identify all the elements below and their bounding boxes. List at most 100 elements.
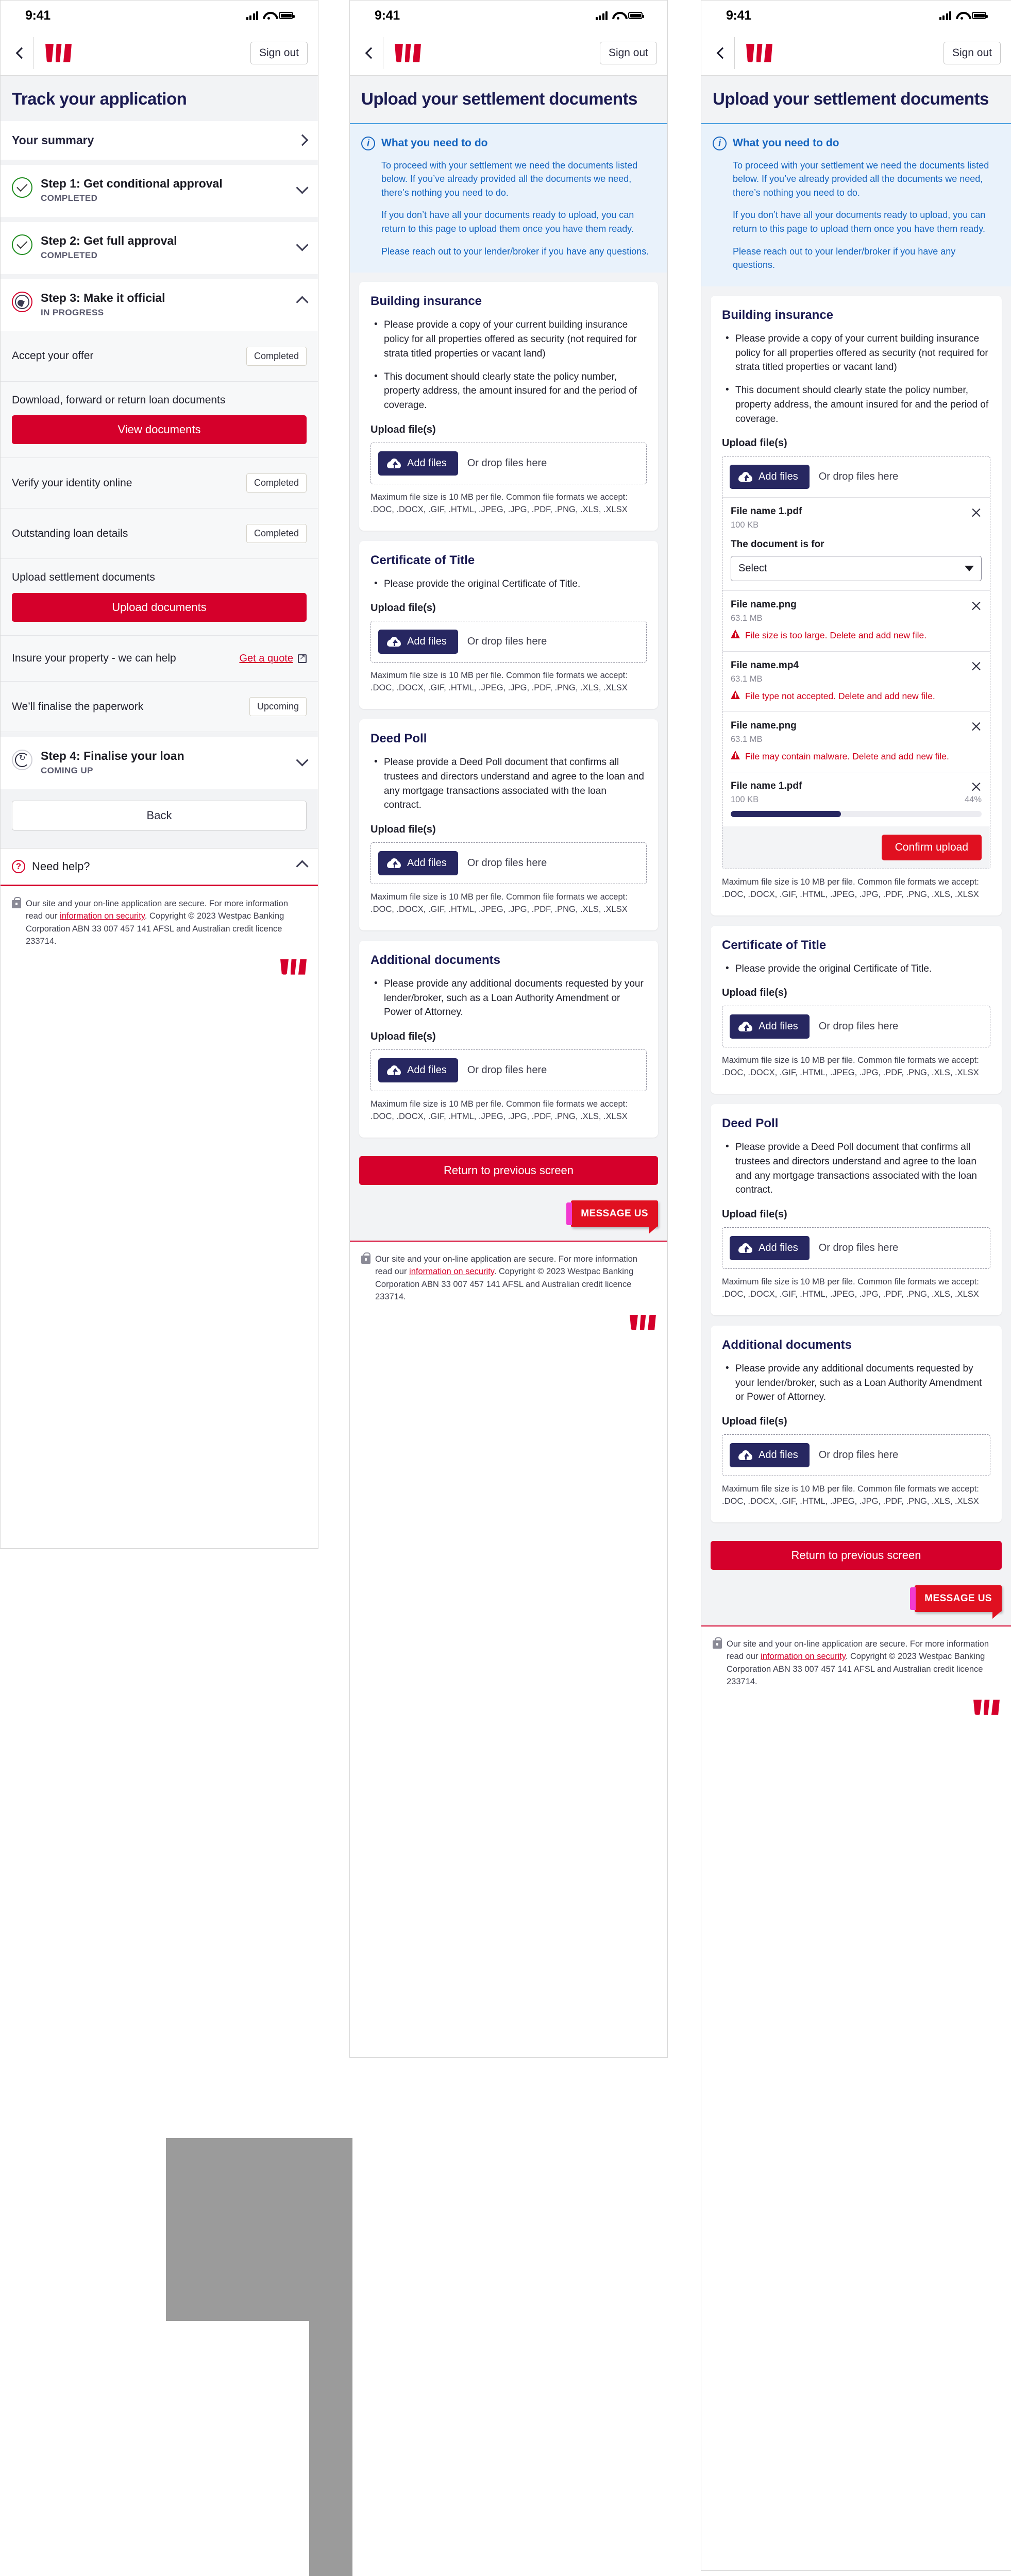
step-card-4[interactable]: Step 4: Finalise your loan COMING UP (1, 737, 318, 789)
section-bullets: Please provide a Deed Poll document that… (370, 755, 647, 812)
remove-file-icon[interactable] (971, 600, 982, 611)
dropzone[interactable]: Add files Or drop files here (370, 621, 647, 663)
document-sections: Building insurance Please provide a copy… (350, 273, 667, 1138)
upload-documents-button[interactable]: Upload documents (12, 593, 307, 622)
dropzone[interactable]: Add files Or drop files here (722, 1227, 990, 1269)
nav-divider (33, 37, 34, 69)
add-files-button[interactable]: Add files (378, 851, 458, 876)
back-button[interactable]: Back (12, 800, 307, 831)
section-bullets: Please provide the original Certificate … (722, 961, 990, 976)
subtask-verify-identity[interactable]: Verify your identity online Completed (1, 458, 318, 509)
file-name: File name 1.pdf (731, 780, 802, 791)
back-icon[interactable] (12, 45, 27, 61)
add-files-button[interactable]: Add files (378, 630, 458, 654)
subtask-label: Insure your property - we can help (12, 652, 176, 665)
document-category-select[interactable]: Select (731, 556, 982, 582)
message-us-button[interactable]: MESSAGE US (566, 1200, 658, 1234)
back-icon[interactable] (713, 45, 728, 61)
clock-upcoming-icon (12, 749, 32, 770)
file-name: File name 1.pdf (731, 506, 802, 517)
bullet-item: This document should clearly state the p… (722, 383, 990, 426)
sign-out-button[interactable]: Sign out (599, 41, 657, 64)
back-icon[interactable] (361, 45, 377, 61)
external-link-icon (298, 653, 307, 663)
view-documents-button[interactable]: View documents (12, 415, 307, 445)
get-a-quote-link[interactable]: Get a quote (239, 653, 293, 665)
your-summary-row[interactable]: Your summary (1, 121, 318, 160)
file-size: 100 KB (731, 794, 759, 804)
status-icons (246, 11, 295, 20)
cloud-upload-icon (387, 858, 401, 869)
chevron-down-icon[interactable] (296, 239, 309, 251)
information-on-security-link[interactable]: information on security (409, 1267, 494, 1276)
dropzone[interactable]: Add files Or drop files here (370, 1049, 647, 1092)
footer-logo (361, 1314, 656, 1330)
add-files-button[interactable]: Add files (730, 1236, 810, 1261)
step-card-1[interactable]: Step 1: Get conditional approval COMPLET… (1, 164, 318, 217)
step-card-2[interactable]: Step 2: Get full approval COMPLETED (1, 222, 318, 274)
step-card-3[interactable]: Step 3: Make it official IN PROGRESS (1, 279, 318, 331)
message-us-button[interactable]: MESSAGE US (910, 1585, 1002, 1619)
message-us-wrap: MESSAGE US (350, 1185, 667, 1241)
check-circle-icon (12, 177, 32, 198)
status-badge: Completed (246, 524, 307, 544)
add-files-button[interactable]: Add files (730, 1443, 810, 1468)
cellular-signal-icon (595, 11, 608, 20)
status-badge: Completed (246, 346, 307, 366)
dropzone[interactable]: Add files Or drop files here (370, 842, 647, 885)
return-to-previous-screen-button[interactable]: Return to previous screen (359, 1156, 658, 1185)
status-bar: 9:41 (350, 1, 667, 30)
cloud-upload-icon (738, 1022, 752, 1032)
back-button-wrap: Back (1, 789, 318, 848)
add-files-button[interactable]: Add files (730, 1014, 810, 1039)
chevron-up-icon[interactable] (296, 296, 309, 309)
document-section-certificate-of-title: Certificate of Title Please provide the … (359, 540, 658, 709)
nav-divider (734, 37, 735, 69)
need-help-row[interactable]: ? Need help? (1, 848, 318, 886)
section-title: Deed Poll (370, 732, 427, 746)
remove-file-icon[interactable] (971, 507, 982, 518)
bullet-item: Please provide a copy of your current bu… (370, 317, 647, 361)
battery-icon (279, 12, 295, 19)
dropzone[interactable]: Add files Or drop files here (722, 1006, 990, 1048)
document-section-additional-documents: Additional documents Please provide any … (711, 1326, 1002, 1523)
subtask-upload-settlement-documents: Upload settlement documents Upload docum… (1, 559, 318, 636)
drop-hint: Or drop files here (818, 1021, 899, 1032)
get-a-quote-group[interactable]: Get a quote (239, 653, 307, 665)
phone-panel-upload-with-files: 9:41 Sign out Upload your settlement doc… (701, 0, 1011, 2571)
status-badge: Upcoming (249, 697, 307, 716)
file-size: 63.1 MB (731, 734, 763, 744)
subtask-outstanding-loan-details[interactable]: Outstanding loan details Completed (1, 509, 318, 560)
dropzone[interactable]: Add files Or drop files here (370, 442, 647, 484)
sign-out-button[interactable]: Sign out (943, 41, 1001, 64)
chevron-down-icon[interactable] (296, 181, 309, 194)
subtask-label: Verify your identity online (12, 477, 132, 489)
remove-file-icon[interactable] (971, 721, 982, 732)
confirm-upload-button[interactable]: Confirm upload (881, 834, 982, 860)
subtask-accept-offer[interactable]: Accept your offer Completed (1, 331, 318, 382)
add-files-button[interactable]: Add files (378, 451, 458, 476)
remove-file-icon[interactable] (971, 661, 982, 672)
remove-file-icon[interactable] (971, 782, 982, 792)
sign-out-button[interactable]: Sign out (250, 41, 308, 64)
dropzone[interactable]: Add files Or drop files here (722, 1434, 990, 1477)
subtask-finalise-paperwork[interactable]: We’ll finalise the paperwork Upcoming (1, 681, 318, 732)
chevron-down-icon[interactable] (296, 754, 309, 767)
file-error: File may contain malware. Delete and add… (731, 750, 982, 762)
status-time: 9:41 (726, 8, 751, 23)
information-on-security-link[interactable]: information on security (761, 1652, 846, 1661)
document-section-deed-poll: Deed Poll Please provide a Deed Poll doc… (711, 1104, 1002, 1316)
dropzone-top[interactable]: Add files Or drop files here (722, 456, 990, 497)
add-files-button[interactable]: Add files (730, 465, 810, 489)
file-name: File name.mp4 (731, 659, 799, 671)
info-icon: i (713, 136, 727, 150)
section-title: Certificate of Title (370, 553, 475, 567)
status-icons (595, 11, 644, 20)
file-name: File name.png (731, 599, 797, 611)
add-files-button[interactable]: Add files (378, 1058, 458, 1083)
information-on-security-link[interactable]: information on security (60, 911, 145, 921)
upload-label: Upload file(s) (722, 1416, 787, 1428)
chevron-up-icon[interactable] (296, 860, 309, 873)
add-files-label: Add files (407, 457, 447, 469)
return-to-previous-screen-button[interactable]: Return to previous screen (711, 1541, 1002, 1570)
